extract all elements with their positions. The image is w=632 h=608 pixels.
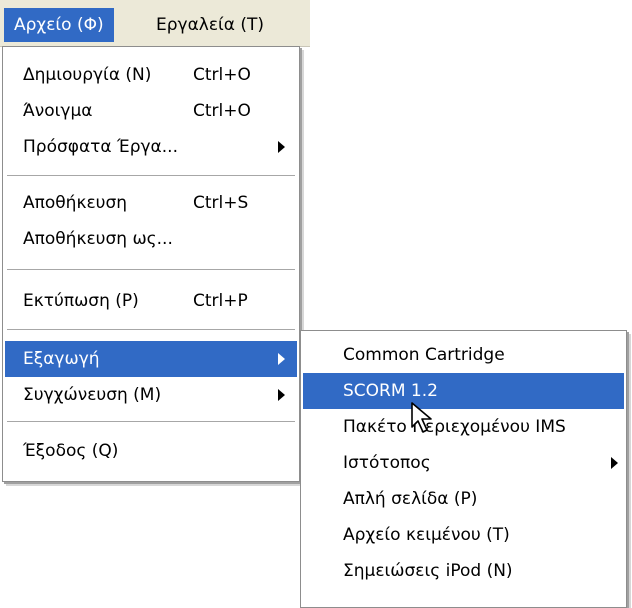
- submenu-item-text-file[interactable]: Αρχείο κειμένου (T): [303, 517, 624, 553]
- menu-item-label: Άνοιγμα: [23, 101, 93, 121]
- menu-item-label: Πακέτο Περιεχομένου IMS: [343, 417, 566, 437]
- menu-item-exit[interactable]: Έξοδος (Q): [5, 433, 297, 469]
- menu-item-label: Εξαγωγή: [23, 349, 100, 369]
- menu-separator: [7, 175, 295, 177]
- submenu-item-ims-package[interactable]: Πακέτο Περιεχομένου IMS: [303, 409, 624, 445]
- menu-item-shortcut: Ctrl+S: [193, 193, 249, 213]
- menu-item-label: Δημιουργία (N): [23, 65, 152, 85]
- menubar-file[interactable]: Αρχείο (Φ): [4, 8, 114, 42]
- menu-item-label: Ιστότοπος: [343, 453, 431, 473]
- menu-item-recent-projects[interactable]: Πρόσφατα Έργα...: [5, 129, 297, 165]
- submenu-item-website[interactable]: Ιστότοπος: [303, 445, 624, 481]
- menu-item-label: Απλή σελίδα (P): [343, 489, 478, 509]
- menubar-tools[interactable]: Εργαλεία (Τ): [146, 8, 274, 42]
- menu-bar: Αρχείο (Φ) Εργαλεία (Τ): [0, 0, 310, 47]
- menubar-tools-label: Εργαλεία (Τ): [156, 15, 265, 35]
- menu-item-print[interactable]: Εκτύπωση (P) Ctrl+P: [5, 283, 297, 319]
- menubar-file-label: Αρχείο (Φ): [14, 15, 104, 35]
- menu-item-label: Αποθήκευση ως...: [23, 229, 173, 249]
- menu-separator: [7, 329, 295, 331]
- menu-item-save-as[interactable]: Αποθήκευση ως...: [5, 221, 297, 257]
- mouse-pointer-icon: [411, 402, 432, 433]
- menu-item-label: Αρχείο κειμένου (T): [343, 525, 510, 545]
- menu-item-label: Εκτύπωση (P): [23, 291, 139, 311]
- menu-item-shortcut: Ctrl+O: [193, 65, 251, 85]
- menu-item-open[interactable]: Άνοιγμα Ctrl+O: [5, 93, 297, 129]
- submenu-item-single-page[interactable]: Απλή σελίδα (P): [303, 481, 624, 517]
- submenu-arrow-icon: [611, 457, 618, 469]
- submenu-arrow-icon: [278, 141, 285, 153]
- menu-item-merge[interactable]: Συγχώνευση (M): [5, 377, 297, 413]
- export-submenu: Common Cartridge SCORM 1.2 Πακέτο Περιεχ…: [300, 330, 627, 608]
- submenu-arrow-icon: [278, 389, 285, 401]
- file-menu: Δημιουργία (N) Ctrl+O Άνοιγμα Ctrl+O Πρό…: [2, 46, 300, 482]
- menu-item-label: Common Cartridge: [343, 345, 505, 365]
- menu-item-label: Αποθήκευση: [23, 193, 128, 213]
- menu-item-new[interactable]: Δημιουργία (N) Ctrl+O: [5, 57, 297, 93]
- submenu-item-scorm[interactable]: SCORM 1.2: [303, 373, 624, 409]
- menu-item-export[interactable]: Εξαγωγή: [5, 341, 297, 377]
- menu-item-shortcut: Ctrl+P: [193, 291, 248, 311]
- menu-item-label: Έξοδος (Q): [23, 441, 119, 461]
- submenu-item-ipod-notes[interactable]: Σημειώσεις iPod (N): [303, 553, 624, 589]
- submenu-arrow-icon: [278, 353, 285, 365]
- menu-item-save[interactable]: Αποθήκευση Ctrl+S: [5, 185, 297, 221]
- menu-item-label: Σημειώσεις iPod (N): [343, 561, 513, 581]
- menu-separator: [7, 269, 295, 271]
- menu-item-label: Πρόσφατα Έργα...: [23, 137, 178, 157]
- menu-item-shortcut: Ctrl+O: [193, 101, 251, 121]
- menu-separator: [7, 421, 295, 423]
- submenu-item-common-cartridge[interactable]: Common Cartridge: [303, 337, 624, 373]
- menu-item-label: Συγχώνευση (M): [23, 385, 162, 405]
